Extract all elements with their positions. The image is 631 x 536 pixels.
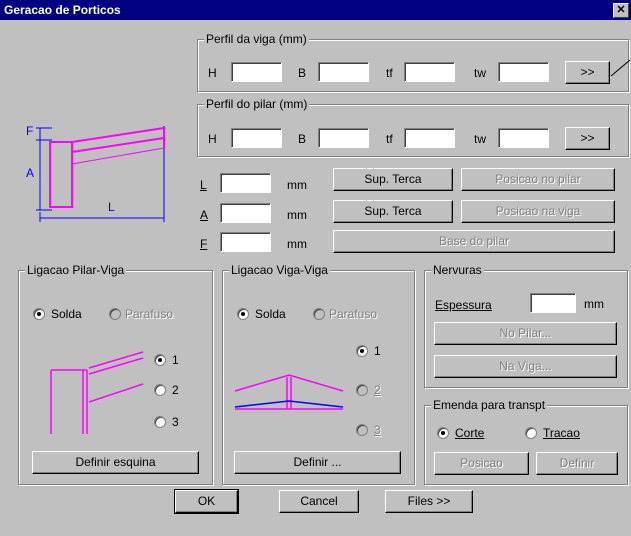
pilar-tf-input[interactable]	[404, 128, 455, 148]
emenda-title: Emenda para transpt	[431, 398, 548, 412]
perfil-pilar-title: Perfil do pilar (mm)	[204, 97, 310, 111]
vv-solda-label: Solda	[255, 307, 286, 321]
perfil-viga-group: Perfil da viga (mm) H B tf tw >>	[197, 32, 629, 92]
viga-h-label: H	[208, 66, 217, 80]
pilar-tw-label: tw	[474, 132, 486, 146]
title-bar: Geracao de Porticos ✕	[0, 0, 631, 20]
frame-diagram-drawing	[36, 126, 165, 222]
posicao-pilar-button[interactable]: Posicao no pilar	[461, 168, 615, 191]
pv-connection-drawing	[50, 351, 144, 434]
lig-viga-viga-title: Ligacao Viga-Viga	[229, 263, 330, 277]
diagram-f-label: F	[26, 124, 34, 138]
diagram-l-label: L	[108, 200, 115, 214]
vv-opt2-radio[interactable]	[356, 384, 368, 396]
close-button[interactable]: ✕	[613, 3, 629, 18]
sup-terca-button-1[interactable]: Sup. Terca	[333, 168, 453, 191]
emenda-definir-button[interactable]: Definir	[536, 452, 618, 475]
pv-solda-radio[interactable]	[33, 308, 45, 320]
pv-opt2-label: 2	[172, 383, 179, 397]
viga-b-label: B	[298, 66, 307, 80]
vv-opt1-radio[interactable]	[356, 345, 368, 357]
nervuras-title: Nervuras	[431, 263, 484, 277]
pv-opt1-radio[interactable]	[154, 354, 166, 366]
na-viga-button[interactable]: Na Viga...	[434, 355, 617, 378]
viga-tw-input[interactable]	[498, 62, 549, 82]
dim-a-label: A	[200, 208, 209, 222]
pv-solda-label: Solda	[51, 307, 82, 321]
viga-h-input[interactable]	[231, 62, 282, 82]
pv-opt3-label: 3	[172, 415, 179, 429]
dialog-window: Geracao de Porticos ✕ Perfil da viga (mm…	[0, 0, 631, 536]
posicao-viga-button[interactable]: Posicao na viga	[461, 200, 615, 223]
viga-b-input[interactable]	[318, 62, 369, 82]
frame-diagram: F A L	[22, 120, 172, 225]
viga-tf-label: tf	[386, 66, 393, 80]
corte-label: Corte	[455, 426, 485, 440]
base-pilar-button[interactable]: Base do pilar	[333, 230, 615, 253]
corte-radio[interactable]	[437, 427, 449, 439]
espessura-label: Espessura	[435, 298, 492, 312]
dim-f-input[interactable]	[220, 232, 271, 252]
dim-l-label: L	[200, 178, 207, 192]
cancel-button[interactable]: Cancel	[279, 490, 359, 513]
pv-opt3-radio[interactable]	[154, 416, 166, 428]
sup-terca-button-2[interactable]: Sup. Terca	[333, 200, 453, 223]
perfil-viga-title: Perfil da viga (mm)	[204, 32, 309, 46]
dim-f-label: F	[200, 237, 208, 251]
espessura-input[interactable]	[530, 293, 576, 313]
vv-opt3-radio[interactable]	[356, 424, 368, 436]
nervuras-group: Nervuras Espessura mm No Pilar... Na Vig…	[424, 263, 628, 388]
vv-opt1-label: 1	[374, 344, 381, 358]
tracao-label: Tracao	[543, 426, 580, 440]
pv-parafuso-label: Parafuso	[125, 307, 174, 321]
viga-tf-input[interactable]	[404, 62, 455, 82]
dim-l-unit: mm	[287, 178, 307, 192]
pilar-more-button[interactable]: >>	[565, 127, 610, 150]
pilar-h-input[interactable]	[231, 128, 282, 148]
definir-vv-button[interactable]: Definir ...	[234, 451, 401, 474]
tracao-radio[interactable]	[525, 427, 537, 439]
pilar-tw-input[interactable]	[498, 128, 549, 148]
espessura-unit: mm	[584, 297, 604, 311]
vv-parafuso-label: Parafuso	[329, 307, 378, 321]
pointer-line	[610, 59, 631, 77]
ok-button[interactable]: OK	[174, 489, 239, 514]
lig-pilar-viga-title: Ligacao Pilar-Viga	[25, 263, 127, 277]
dim-f-unit: mm	[287, 237, 307, 251]
viga-tw-label: tw	[474, 66, 486, 80]
dim-a-unit: mm	[287, 208, 307, 222]
vv-parafuso-radio[interactable]	[313, 308, 325, 320]
pilar-tf-label: tf	[386, 132, 393, 146]
dim-a-input[interactable]	[220, 203, 271, 223]
dim-l-input[interactable]	[220, 173, 271, 193]
pv-opt2-radio[interactable]	[154, 384, 166, 396]
definir-esquina-button[interactable]: Definir esquina	[32, 451, 199, 474]
vv-connection-drawing	[234, 374, 344, 410]
lig-pilar-viga-group: Ligacao Pilar-Viga Solda Parafuso 1 2 3 …	[18, 263, 213, 485]
vv-opt2-label: 2	[374, 383, 381, 397]
window-title: Geracao de Porticos	[4, 3, 121, 17]
diagram-a-label: A	[26, 166, 35, 180]
pv-parafuso-radio[interactable]	[109, 308, 121, 320]
emenda-group: Emenda para transpt Corte Tracao Posicao…	[424, 398, 628, 485]
vv-opt3-label: 3	[374, 423, 381, 437]
no-pilar-button[interactable]: No Pilar...	[434, 322, 617, 345]
lig-viga-viga-group: Ligacao Viga-Viga Solda Parafuso 1 2 3 D…	[222, 263, 415, 485]
emenda-posicao-button[interactable]: Posicao	[434, 452, 529, 475]
files-button[interactable]: Files >>	[385, 490, 473, 513]
viga-more-button[interactable]: >>	[565, 61, 610, 84]
pilar-b-input[interactable]	[318, 128, 369, 148]
perfil-pilar-group: Perfil do pilar (mm) H B tf tw >>	[197, 97, 629, 157]
pilar-h-label: H	[208, 132, 217, 146]
pv-opt1-label: 1	[172, 353, 179, 367]
vv-solda-radio[interactable]	[237, 308, 249, 320]
pilar-b-label: B	[298, 132, 307, 146]
